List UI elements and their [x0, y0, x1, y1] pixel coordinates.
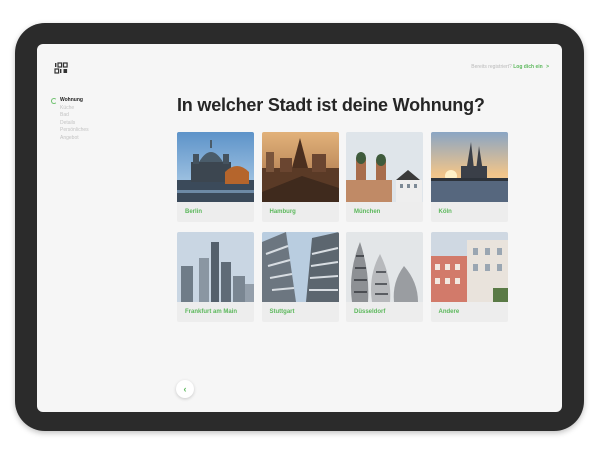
city-card-andere[interactable]: Andere: [430, 232, 508, 322]
city-label: Berlin: [185, 209, 203, 215]
step-item-details[interactable]: Details: [51, 120, 89, 128]
city-image-berlin: [177, 132, 254, 202]
step-label: Details: [60, 119, 76, 126]
city-label: München: [354, 209, 381, 215]
city-image-koeln: [430, 132, 508, 202]
city-image-andere: [430, 232, 508, 302]
back-button[interactable]: ‹: [176, 380, 194, 398]
city-card-frankfurt[interactable]: Frankfurt am Main: [177, 232, 254, 322]
step-label: Bad: [60, 112, 69, 119]
step-item-kueche[interactable]: Küche: [51, 105, 89, 113]
city-label: Düsseldorf: [354, 309, 386, 315]
city-card-berlin[interactable]: Berlin: [177, 132, 254, 222]
city-card-muenchen[interactable]: München: [346, 132, 423, 222]
city-label: Frankfurt am Main: [185, 309, 238, 315]
app-screen: Bereits registriert? Log dich ein > Wohn…: [37, 44, 562, 412]
city-card-koeln[interactable]: Köln: [430, 132, 508, 222]
city-image-duesseldorf: [346, 232, 423, 302]
tablet-side-button: [16, 218, 19, 238]
step-navigation: Wohnung Küche Bad Details Persönliches A…: [51, 97, 89, 143]
step-label: Küche: [60, 104, 75, 111]
tablet-side-button: [581, 218, 584, 240]
chevron-left-icon: ‹: [183, 384, 187, 394]
city-card-hamburg[interactable]: Hamburg: [261, 132, 339, 222]
step-label: Angebot: [60, 134, 79, 141]
city-image-muenchen: [346, 132, 423, 202]
city-card-duesseldorf[interactable]: Düsseldorf: [346, 232, 423, 322]
step-item-bad[interactable]: Bad: [51, 112, 89, 120]
city-image-hamburg: [261, 132, 339, 202]
city-image-frankfurt: [177, 232, 254, 302]
chevron-right-icon: >: [546, 64, 549, 70]
step-label: Persönliches: [60, 127, 89, 134]
login-prompt: Bereits registriert? Log dich ein >: [471, 64, 549, 70]
city-label: Stuttgart: [269, 309, 295, 315]
brand-logo-icon[interactable]: [54, 61, 68, 75]
page-title: In welcher Stadt ist deine Wohnung?: [177, 95, 485, 115]
city-grid: Berlin Hamburg München Köln Frankfurt am…: [177, 132, 508, 323]
step-label: Wohnung: [60, 97, 83, 103]
step-item-wohnung[interactable]: Wohnung: [51, 97, 89, 105]
step-item-angebot[interactable]: Angebot: [51, 135, 89, 143]
city-card-stuttgart[interactable]: Stuttgart: [261, 232, 339, 322]
step-progress-icon: [51, 98, 57, 104]
city-image-stuttgart: [261, 232, 339, 302]
city-label: Hamburg: [269, 209, 296, 215]
login-link[interactable]: Log dich ein: [513, 64, 542, 70]
login-prompt-text: Bereits registriert?: [471, 64, 512, 70]
city-label: Andere: [438, 309, 460, 315]
city-label: Köln: [438, 209, 452, 215]
step-item-persoenliches[interactable]: Persönliches: [51, 127, 89, 135]
